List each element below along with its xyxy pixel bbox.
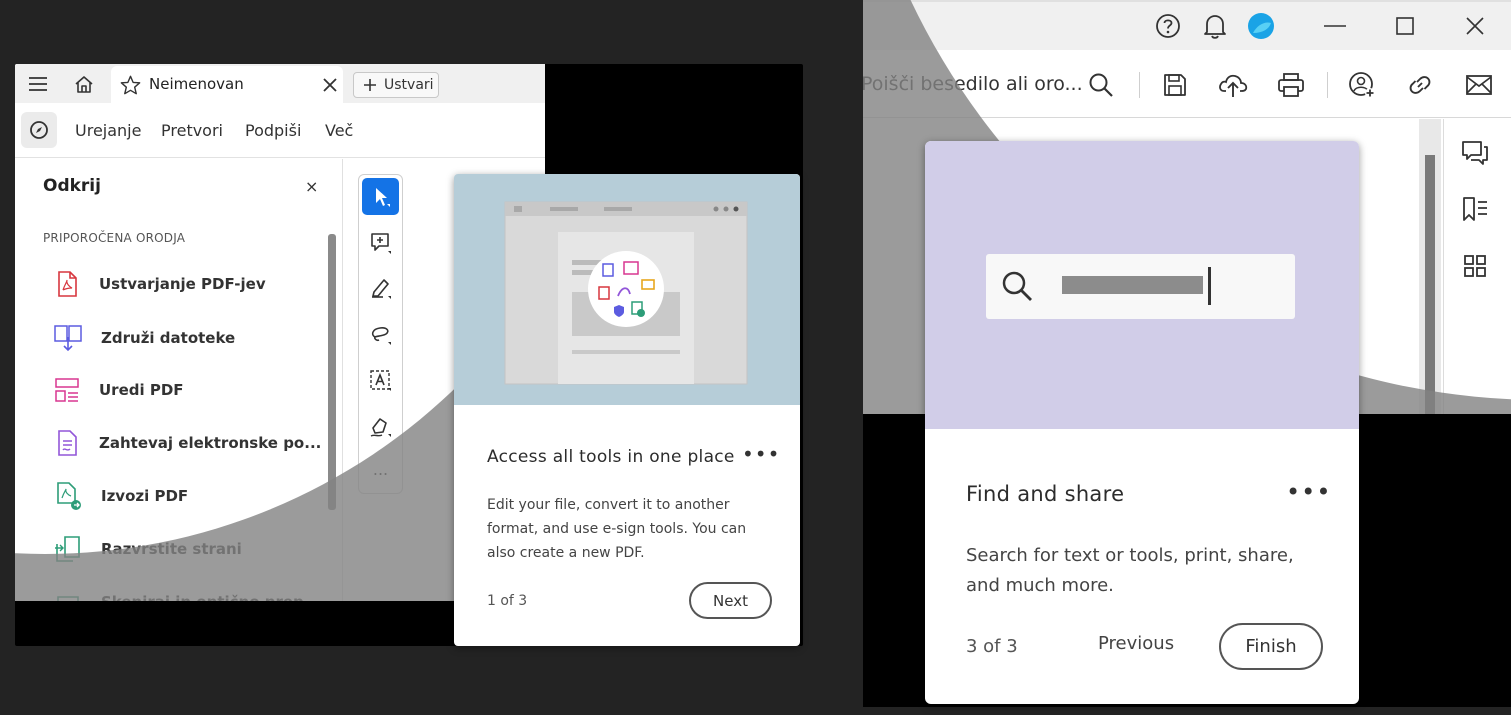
search-icon [1002, 271, 1032, 301]
compass-icon [30, 121, 48, 139]
text-box-icon [369, 369, 391, 391]
menu-more[interactable]: Več [325, 121, 353, 140]
tool-label: Skeniraj in optično prep... [101, 593, 321, 601]
coach-card-more-button[interactable]: ••• [1286, 478, 1331, 506]
export-pdf-icon [57, 482, 81, 510]
close-tab-icon[interactable] [320, 75, 340, 95]
scrollbar-thumb[interactable] [1425, 155, 1435, 414]
tool-item-combine[interactable]: Združi datoteke [53, 323, 235, 353]
quick-tools-bar: ... [358, 174, 403, 494]
upload-cloud-icon[interactable] [1213, 65, 1253, 105]
next-button[interactable]: Next [689, 582, 772, 619]
link-icon[interactable] [1400, 65, 1440, 105]
tool-item-scan[interactable]: Skeniraj in optično prep... [53, 587, 321, 601]
save-icon[interactable] [1155, 65, 1195, 105]
coach-card-description: Search for text or tools, print, share, … [966, 545, 1294, 596]
illustration-text-bar [1062, 276, 1203, 294]
plus-icon [364, 79, 376, 91]
menu-edit[interactable]: Urejanje [75, 121, 141, 140]
scan-ocr-icon [57, 596, 79, 601]
tab-title: Neimenovan [149, 75, 244, 93]
draw-tool-button[interactable] [362, 315, 399, 352]
coach-card-step: 3 of 3 [966, 636, 1018, 657]
tool-label: Zahtevaj elektronske po... [99, 434, 322, 452]
toolbar-divider [1327, 72, 1328, 98]
tool-label: Združi datoteke [101, 329, 236, 347]
text-cursor [1208, 267, 1211, 305]
hamburger-menu-icon[interactable] [27, 73, 49, 95]
tool-label: Uredi PDF [99, 381, 184, 399]
tool-item-create-pdf[interactable]: Ustvarjanje PDF-jev [53, 270, 266, 298]
tool-item-edit-pdf[interactable]: Uredi PDF [53, 376, 184, 404]
thumbnails-grid-icon[interactable] [1455, 246, 1495, 286]
minimize-icon[interactable] [1315, 6, 1355, 46]
discover-close-button[interactable]: × [305, 177, 318, 196]
search-input[interactable]: Poišči besedilo ali oro... [863, 73, 1083, 95]
coach-illustration [454, 174, 800, 405]
print-icon[interactable] [1271, 65, 1311, 105]
avatar[interactable] [1241, 6, 1281, 46]
coach-card-description: Edit your file, convert it to another fo… [487, 497, 747, 561]
combine-files-icon [54, 325, 82, 352]
cursor-arrow-icon [375, 187, 390, 207]
tool-item-organize[interactable]: Razvrstite strani [53, 534, 242, 564]
previous-button[interactable]: Previous [1098, 633, 1174, 654]
select-tool-button[interactable] [362, 178, 399, 215]
tool-label: Izvozi PDF [101, 487, 189, 505]
notifications-bell-icon[interactable] [1195, 6, 1235, 46]
discover-panel: Odkrij × PRIPOROČENA ORODJA Ustvarjanje … [15, 159, 343, 601]
recommended-tools-label: PRIPOROČENA ORODJA [43, 231, 186, 245]
document-toolbar: Poišči besedilo ali oro... [863, 50, 1511, 118]
pen-sign-icon [370, 417, 391, 437]
tools-illustration-icon [504, 201, 748, 385]
all-tools-button[interactable] [21, 112, 57, 148]
share-people-icon[interactable] [1342, 65, 1382, 105]
coach-card-title: Access all tools in one place [487, 447, 735, 467]
more-tools-button[interactable]: ... [362, 451, 399, 488]
add-comment-button[interactable] [362, 224, 399, 261]
menu-convert[interactable]: Pretvori [161, 121, 223, 140]
search-icon[interactable] [1081, 65, 1121, 105]
menu-sign[interactable]: Podpiši [245, 121, 301, 140]
coach-card-step: 1 of 3 [487, 593, 528, 609]
tab-bar: Neimenovan Ustvari [15, 64, 545, 103]
highlighter-icon [371, 278, 391, 299]
discover-scrollbar[interactable] [328, 234, 336, 510]
organize-pages-icon [55, 536, 80, 562]
discover-title: Odkrij [43, 176, 101, 196]
bookmarks-icon[interactable] [1455, 190, 1495, 230]
document-scrollbar[interactable] [1419, 119, 1441, 414]
create-pdf-icon [58, 271, 77, 297]
tool-item-export-pdf[interactable]: Izvozi PDF [53, 481, 188, 511]
comment-add-icon [370, 232, 391, 254]
text-box-tool-button[interactable] [362, 361, 399, 398]
sign-tool-button[interactable] [362, 407, 399, 444]
email-icon[interactable] [1459, 65, 1499, 105]
lasso-draw-icon [371, 326, 391, 345]
illustration-search-box [986, 254, 1295, 319]
edit-pdf-icon [55, 378, 79, 402]
request-esign-icon [58, 430, 77, 456]
create-button[interactable]: Ustvari [353, 72, 439, 98]
tool-label: Ustvarjanje PDF-jev [99, 275, 266, 293]
create-button-label: Ustvari [384, 77, 434, 93]
comments-icon[interactable] [1455, 133, 1495, 173]
coach-card-tools: Access all tools in one place ••• Edit y… [454, 174, 800, 646]
coach-card-title: Find and share [966, 482, 1125, 506]
finish-button[interactable]: Finish [1219, 623, 1323, 670]
highlight-tool-button[interactable] [362, 269, 399, 306]
title-bar [863, 0, 1511, 50]
coach-card-find-share: Find and share ••• Search for text or to… [925, 141, 1359, 704]
coach-card-more-button[interactable]: ••• [742, 442, 780, 466]
right-side-rail [1443, 119, 1511, 414]
toolbar-divider [1139, 72, 1140, 98]
maximize-icon[interactable] [1385, 6, 1425, 46]
tool-item-request-esign[interactable]: Zahtevaj elektronske po... [53, 429, 321, 457]
home-icon[interactable] [73, 73, 95, 95]
help-icon[interactable] [1148, 6, 1188, 46]
star-icon[interactable] [119, 74, 141, 96]
tool-label: Razvrstite strani [101, 540, 242, 558]
close-window-icon[interactable] [1455, 6, 1495, 46]
coach-illustration-search [925, 141, 1359, 429]
